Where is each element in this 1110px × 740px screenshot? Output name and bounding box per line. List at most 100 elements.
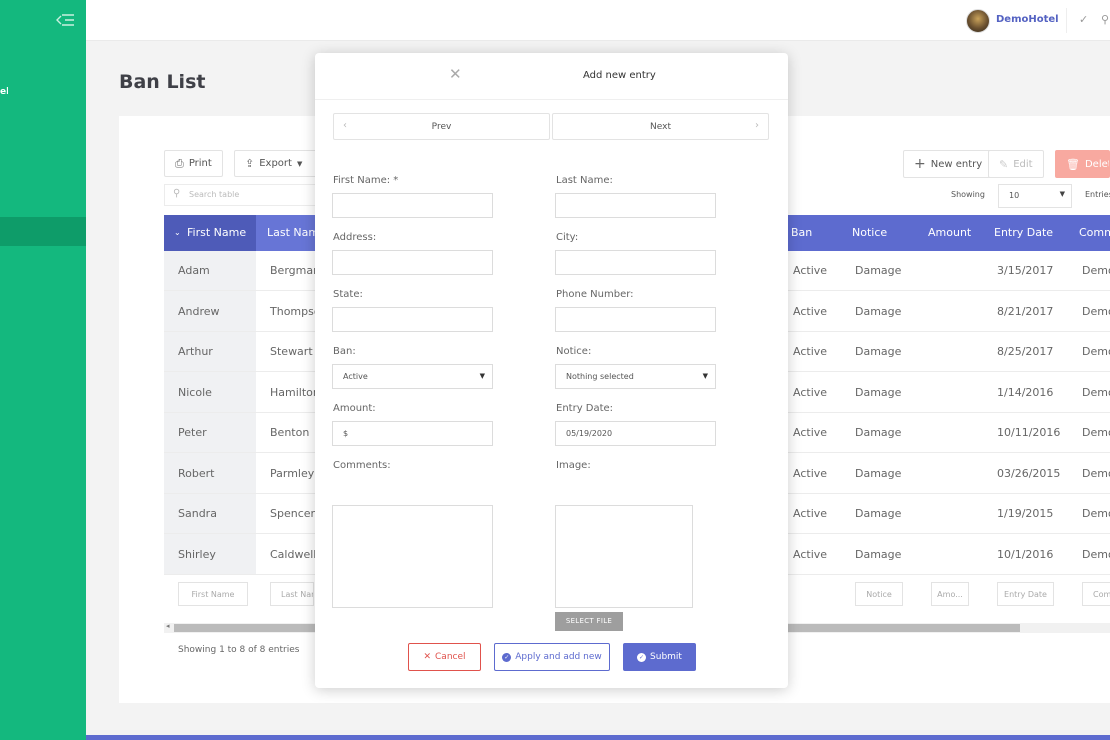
check-circle-icon: ✓ bbox=[502, 652, 512, 662]
cell-ban: Active bbox=[793, 466, 828, 480]
cell-comments: Demo bbox=[1082, 466, 1110, 480]
address-field[interactable] bbox=[332, 250, 493, 275]
export-icon: ⇪ bbox=[245, 157, 255, 170]
cell-ban: Active bbox=[793, 507, 828, 520]
cell-last: Spencer bbox=[270, 507, 316, 520]
cell-date: 8/25/2017 bbox=[997, 345, 1054, 358]
cell-last: Hamilton bbox=[270, 385, 320, 399]
column-header-notice[interactable]: Notice bbox=[852, 226, 887, 239]
column-header-comments[interactable]: Comments bbox=[1079, 226, 1110, 239]
amount-field[interactable]: $ bbox=[332, 421, 493, 446]
chevron-down-icon: ▼ bbox=[702, 372, 708, 380]
column-header-last-name[interactable]: Last Name bbox=[256, 215, 326, 251]
select-file-button[interactable]: SELECT FILE bbox=[555, 612, 623, 631]
cell-comments: Demo bbox=[1082, 304, 1110, 318]
amount-field-value: $ bbox=[343, 429, 349, 438]
cell-date: 1/19/2015 bbox=[997, 507, 1054, 520]
ban-select-value: Active bbox=[343, 372, 368, 381]
page-size-select[interactable]: 10 ▼ bbox=[998, 184, 1072, 208]
print-button[interactable]: ⎙ Print bbox=[164, 150, 223, 177]
topbar-divider bbox=[1066, 8, 1067, 33]
column-header-amount[interactable]: Amount bbox=[928, 226, 971, 239]
image-preview bbox=[555, 505, 693, 608]
sidebar-brand-label: el bbox=[0, 87, 8, 97]
comments-label: Comments: bbox=[333, 460, 391, 471]
search-input[interactable]: ⚲ Search table bbox=[164, 184, 324, 206]
submit-label: Submit bbox=[650, 652, 682, 662]
cell-comments: Demo bbox=[1082, 385, 1110, 399]
new-entry-button[interactable]: + New entry bbox=[903, 150, 994, 178]
user-icon[interactable]: ⚲ bbox=[1101, 13, 1109, 26]
cell-last: Bergman bbox=[270, 264, 321, 277]
search-icon: ⚲ bbox=[173, 188, 181, 199]
check-circle-icon: ✓ bbox=[637, 652, 647, 662]
sidebar-item-active[interactable] bbox=[0, 217, 86, 246]
hotel-name[interactable]: DemoHotel bbox=[996, 14, 1059, 25]
last-name-field[interactable] bbox=[555, 193, 716, 218]
cell-first: Adam bbox=[178, 264, 210, 277]
menu-collapse-icon[interactable] bbox=[56, 12, 74, 26]
avatar[interactable] bbox=[966, 9, 990, 33]
cell-date: 3/15/2017 bbox=[997, 264, 1054, 277]
chevron-right-icon: › bbox=[755, 120, 759, 131]
cell-ban: Active bbox=[793, 264, 828, 277]
cell-notice: Damage bbox=[855, 426, 902, 439]
submit-button[interactable]: ✓ Submit bbox=[623, 643, 696, 671]
cell-notice: Damage bbox=[855, 345, 902, 358]
first-name-label: First Name: * bbox=[333, 175, 399, 186]
cancel-label: Cancel bbox=[435, 652, 466, 662]
cell-last: Caldwell bbox=[270, 547, 317, 561]
chevron-down-icon: ▼ bbox=[1059, 190, 1065, 198]
modal-title: Add new entry bbox=[583, 70, 656, 81]
page-size-value: 10 bbox=[1009, 191, 1020, 200]
ban-select[interactable]: Active ▼ bbox=[332, 364, 493, 389]
chevron-down-icon: ▼ bbox=[479, 372, 485, 380]
filter-notice[interactable]: Notice bbox=[855, 582, 903, 606]
filter-amount[interactable]: Amo... bbox=[931, 582, 969, 606]
entries-label: Entries bbox=[1085, 190, 1110, 199]
cell-date: 03/26/2015 bbox=[997, 466, 1061, 480]
cell-comments: Demo bbox=[1082, 547, 1110, 561]
check-icon[interactable]: ✓ bbox=[1079, 13, 1088, 26]
cell-notice: Damage bbox=[855, 304, 902, 318]
comments-textarea[interactable] bbox=[332, 505, 493, 608]
cell-notice: Damage bbox=[855, 466, 902, 480]
modal-header-divider bbox=[315, 99, 788, 100]
new-entry-label: New entry bbox=[930, 158, 983, 170]
table-info: Showing 1 to 8 of 8 entries bbox=[178, 645, 300, 655]
chevron-left-icon[interactable]: ◂ bbox=[166, 622, 170, 630]
filter-comments[interactable]: Comments bbox=[1082, 582, 1110, 606]
next-button[interactable]: Next › bbox=[552, 113, 769, 140]
cell-first: Arthur bbox=[178, 345, 213, 358]
city-field[interactable] bbox=[555, 250, 716, 275]
notice-select[interactable]: Nothing selected ▼ bbox=[555, 364, 716, 389]
column-header-first-name[interactable]: ⌄ First Name bbox=[164, 215, 256, 251]
cell-notice: Damage bbox=[855, 264, 902, 277]
cell-comments: Demo bbox=[1082, 345, 1110, 358]
cell-ban: Active bbox=[793, 304, 828, 318]
chevron-down-icon: ▼ bbox=[296, 159, 303, 168]
close-icon[interactable]: ✕ bbox=[449, 65, 462, 83]
column-header-ban[interactable]: Ban bbox=[791, 226, 812, 239]
cell-first: Sandra bbox=[178, 507, 217, 520]
plus-icon: + bbox=[914, 156, 926, 172]
state-field[interactable] bbox=[332, 307, 493, 332]
page-title: Ban List bbox=[119, 71, 206, 93]
export-button[interactable]: ⇪ Export ▼ bbox=[234, 150, 324, 177]
chevron-left-icon: ‹ bbox=[343, 120, 347, 131]
filter-first-name[interactable]: First Name bbox=[178, 582, 248, 606]
cancel-button[interactable]: ✕ Cancel bbox=[408, 643, 481, 671]
phone-field[interactable] bbox=[555, 307, 716, 332]
notice-label: Notice: bbox=[556, 346, 592, 357]
apply-and-add-new-button[interactable]: ✓ Apply and add new bbox=[494, 643, 610, 671]
column-header-entry-date[interactable]: Entry Date bbox=[994, 226, 1053, 239]
entry-date-label: Entry Date: bbox=[556, 403, 614, 414]
edit-button[interactable]: ✎ Edit bbox=[988, 150, 1044, 178]
cell-ban: Active bbox=[793, 547, 828, 561]
first-name-field[interactable] bbox=[332, 193, 493, 218]
filter-entry-date[interactable]: Entry Date bbox=[997, 582, 1054, 606]
entry-date-field[interactable]: 05/19/2020 bbox=[555, 421, 716, 446]
delete-button[interactable]: 🗑 Delete bbox=[1055, 150, 1110, 178]
prev-button[interactable]: ‹ Prev bbox=[333, 113, 550, 140]
filter-last-name[interactable]: Last Name bbox=[270, 582, 314, 606]
